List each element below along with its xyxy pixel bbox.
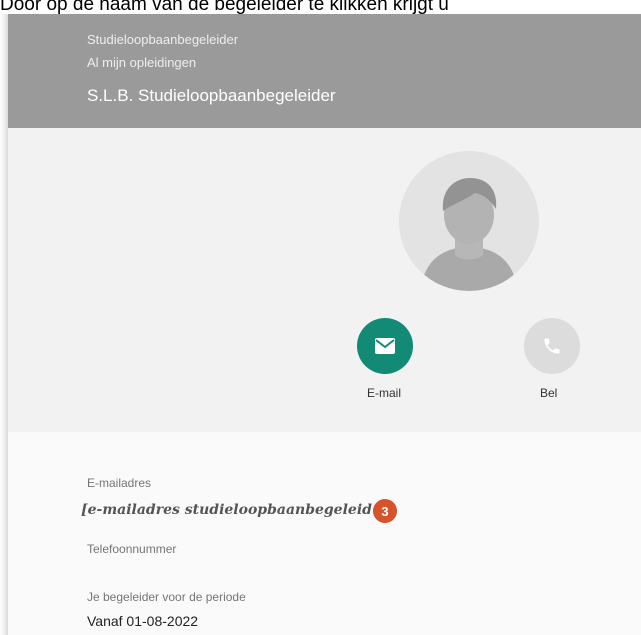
email-address-value[interactable]: [e-mailadres studieloopbaanbegeleider]: [81, 502, 395, 518]
call-button-label[interactable]: Bel: [540, 386, 557, 400]
phone-field-label: Telefoonnummer: [87, 542, 177, 556]
mail-icon: [375, 338, 395, 354]
period-value: Vanaf 01-08-2022: [87, 613, 199, 629]
annotation-badge: 3: [372, 498, 398, 524]
email-button-label[interactable]: E-mail: [367, 386, 401, 400]
phone-icon: [544, 338, 560, 354]
breadcrumb-programs[interactable]: Al mijn opleidingen: [87, 55, 196, 70]
window-shadow: [0, 14, 8, 635]
page-title: S.L.B. Studieloopbaanbegeleider: [87, 86, 336, 105]
email-button[interactable]: [357, 318, 413, 374]
call-button[interactable]: [524, 318, 580, 374]
contact-details: E-mailadres [e-mailadres studieloopbaanb…: [8, 432, 641, 635]
breadcrumb-role[interactable]: Studieloopbaanbegeleider: [87, 32, 238, 47]
contact-card-window: Studieloopbaanbegeleider Al mijn opleidi…: [8, 14, 641, 635]
person-avatar-icon: [399, 151, 539, 291]
period-field-label: Je begeleider voor de periode: [87, 590, 246, 604]
header-bar: Studieloopbaanbegeleider Al mijn opleidi…: [8, 14, 641, 128]
email-field-label: E-mailadres: [87, 476, 152, 490]
